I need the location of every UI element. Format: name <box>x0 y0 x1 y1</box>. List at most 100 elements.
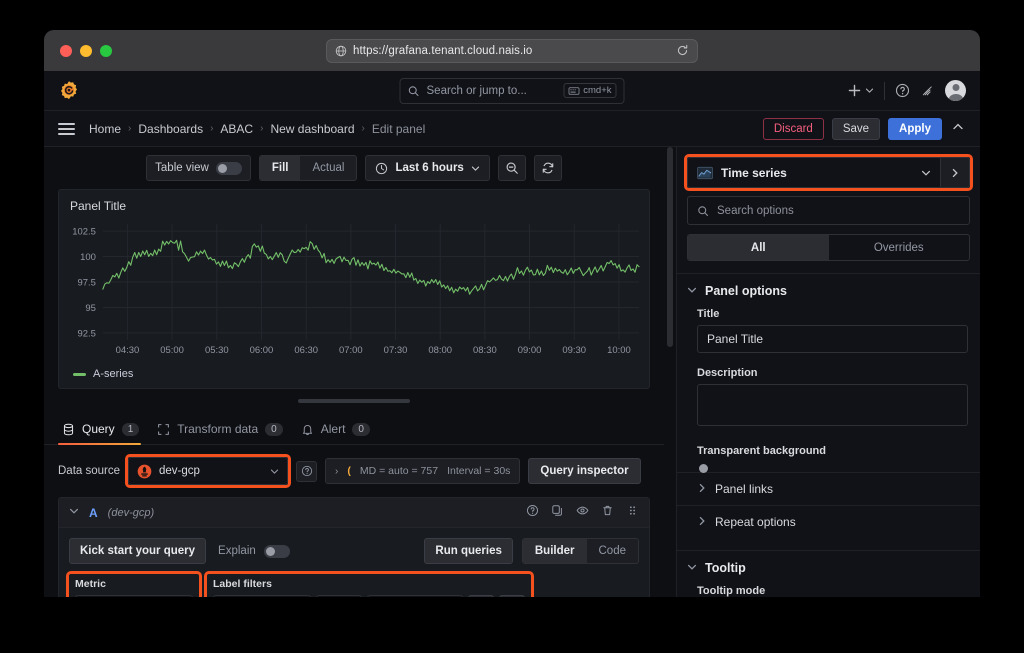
remove-label-filter-button[interactable]: × <box>468 595 494 597</box>
time-series-chart[interactable]: 92.59597.5100102.504:3005:0005:3006:0006… <box>59 216 649 366</box>
panel-description-field: Description <box>677 363 980 441</box>
tab-overrides[interactable]: Overrides <box>829 235 970 260</box>
close-window-button[interactable] <box>60 45 72 57</box>
explain-toggle[interactable]: Explain <box>218 545 290 558</box>
help-circle-icon <box>895 83 910 98</box>
window-controls[interactable] <box>60 45 112 57</box>
drag-query-handle[interactable] <box>626 504 639 522</box>
label-value-placeholder: Select value <box>376 597 438 598</box>
visualization-picker[interactable]: Time series <box>687 157 970 188</box>
viz-picker-button[interactable]: Time series <box>687 157 940 188</box>
bell-icon <box>301 423 314 436</box>
add-new-button[interactable] <box>847 83 874 98</box>
query-options-bar[interactable]: › ( MD = auto = 757 Interval = 30s <box>325 458 520 484</box>
breadcrumb-item-new-dashboard[interactable]: New dashboard <box>270 122 354 136</box>
tooltip-mode-label: Tooltip mode <box>697 585 968 597</box>
tab-transform-label: Transform data <box>177 422 258 436</box>
breadcrumb-item-abac[interactable]: ABAC <box>220 122 253 136</box>
tab-transform-data[interactable]: Transform data 0 <box>153 422 296 444</box>
metric-select[interactable]: Select metric <box>75 595 193 597</box>
remove-query-button[interactable] <box>601 504 614 522</box>
search-shortcut-badge: cmd+k <box>563 83 616 98</box>
panel-title-input[interactable] <box>697 325 968 353</box>
discard-button[interactable]: Discard <box>763 118 824 140</box>
kick-start-query-button[interactable]: Kick start your query <box>69 538 206 564</box>
refresh-button[interactable] <box>534 155 562 181</box>
query-ref-id[interactable]: A <box>89 506 98 520</box>
label-operator-select[interactable]: = <box>316 595 362 597</box>
editor-scrollbar-thumb[interactable] <box>667 147 673 347</box>
search-input[interactable]: Search or jump to... cmd+k <box>400 78 625 104</box>
transform-icon <box>157 423 170 436</box>
datasource-picker[interactable]: dev-gcp <box>128 457 288 485</box>
table-view-label: Table view <box>155 162 209 174</box>
tab-query[interactable]: Query 1 <box>58 422 153 444</box>
tooltip-mode-field: Tooltip mode Single All Hidden <box>677 581 980 597</box>
zoom-out-button[interactable] <box>498 155 526 181</box>
time-range-picker[interactable]: Last 6 hours <box>365 155 489 181</box>
builder-mode-button[interactable]: Builder <box>523 539 587 563</box>
breadcrumb-item-dashboards[interactable]: Dashboards <box>138 122 203 136</box>
options-search-input[interactable]: Search options <box>687 196 970 225</box>
panel-description-textarea[interactable] <box>697 384 968 426</box>
tab-alert[interactable]: Alert 0 <box>297 422 384 444</box>
query-help-button[interactable] <box>526 504 539 522</box>
label-name-select[interactable]: Select label <box>213 595 311 597</box>
chart-legend[interactable]: A-series <box>73 368 133 380</box>
builder-code-segment[interactable]: Builder Code <box>522 538 639 564</box>
apply-button[interactable]: Apply <box>888 118 942 140</box>
duplicate-query-button[interactable] <box>551 504 564 522</box>
help-button[interactable] <box>895 83 910 98</box>
svg-text:05:30: 05:30 <box>205 345 229 356</box>
zoom-out-icon <box>505 161 519 175</box>
grafana-logo-icon[interactable] <box>58 80 80 102</box>
panel-resize-handle[interactable] <box>298 399 410 403</box>
visualization-panel: Panel Title 92.59597.5100102.504:3005:00… <box>58 189 650 389</box>
breadcrumb-item-home[interactable]: Home <box>89 122 121 136</box>
label-value-select[interactable]: Select value <box>367 595 463 597</box>
panel-links-label: Panel links <box>715 482 773 496</box>
avatar[interactable] <box>945 80 966 101</box>
add-label-filter-button[interactable]: + <box>499 595 525 597</box>
explain-switch[interactable] <box>264 545 290 558</box>
metric-field-group: Metric Select metric <box>69 574 199 597</box>
editor-scrollbar[interactable] <box>664 147 676 597</box>
all-overrides-segment[interactable]: All Overrides <box>687 234 970 261</box>
screenshot-root: https://grafana.tenant.cloud.nais.io <box>0 0 1024 653</box>
panel-title-label: Title <box>697 308 968 320</box>
tab-all[interactable]: All <box>688 235 829 260</box>
minimize-window-button[interactable] <box>80 45 92 57</box>
panel-links-row[interactable]: Panel links <box>677 472 980 505</box>
news-button[interactable] <box>920 83 935 98</box>
address-bar[interactable]: https://grafana.tenant.cloud.nais.io <box>326 39 698 63</box>
datasource-help-button[interactable] <box>296 461 317 482</box>
code-mode-button[interactable]: Code <box>587 539 639 563</box>
grafana-topnav: Search or jump to... cmd+k <box>44 71 980 111</box>
repeat-options-row[interactable]: Repeat options <box>677 505 980 538</box>
table-view-toggle[interactable]: Table view <box>146 155 251 181</box>
query-inspector-button[interactable]: Query inspector <box>528 458 640 484</box>
chevron-up-icon[interactable] <box>950 121 966 136</box>
topnav-actions <box>847 80 966 101</box>
viz-picker-open-button[interactable] <box>940 157 970 188</box>
panel-options-header[interactable]: Panel options <box>677 274 980 304</box>
hamburger-menu-icon[interactable] <box>58 123 75 135</box>
collapse-query-icon[interactable] <box>69 506 79 519</box>
eye-icon <box>576 504 589 517</box>
tooltip-header[interactable]: Tooltip <box>677 551 980 581</box>
panel-toolbar: Table view Fill Actual Last <box>44 147 664 189</box>
tab-transform-count: 0 <box>265 423 283 436</box>
search-shortcut-text: cmd+k <box>583 85 611 96</box>
table-view-switch[interactable] <box>216 162 242 175</box>
maximize-window-button[interactable] <box>100 45 112 57</box>
save-button[interactable]: Save <box>832 118 880 140</box>
fill-actual-segment[interactable]: Fill Actual <box>259 155 358 181</box>
reload-icon[interactable] <box>676 44 689 57</box>
breadcrumb-item-edit-panel: Edit panel <box>372 122 425 136</box>
svg-text:08:00: 08:00 <box>428 345 452 356</box>
fill-button[interactable]: Fill <box>260 156 301 180</box>
toggle-hide-query-button[interactable] <box>576 504 589 522</box>
actual-button[interactable]: Actual <box>300 156 356 180</box>
svg-text:06:00: 06:00 <box>250 345 274 356</box>
run-queries-button[interactable]: Run queries <box>424 538 512 564</box>
